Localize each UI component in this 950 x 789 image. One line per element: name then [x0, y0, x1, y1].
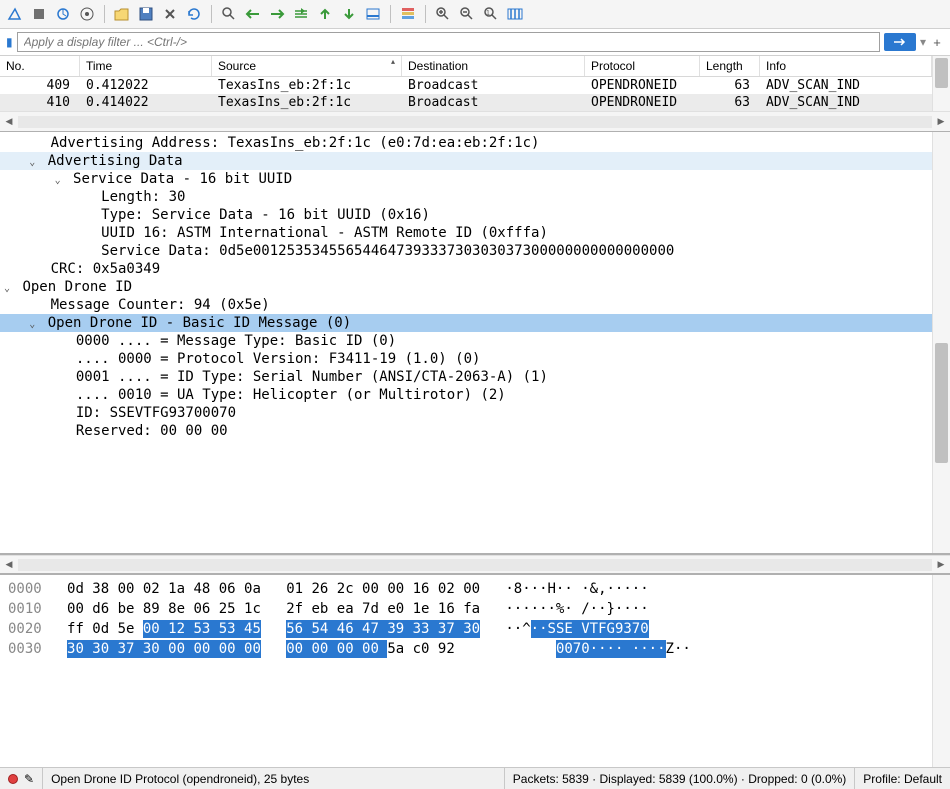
- zoom-in-icon[interactable]: [432, 3, 454, 25]
- options-icon[interactable]: [76, 3, 98, 25]
- packet-list-pane: No. Time Source▴ Destination Protocol Le…: [0, 56, 950, 132]
- packet-list-vscroll[interactable]: [932, 56, 950, 111]
- status-protocol: Open Drone ID Protocol (opendroneid), 25…: [43, 768, 505, 789]
- col-destination[interactable]: Destination: [402, 56, 585, 76]
- resize-columns-icon[interactable]: [504, 3, 526, 25]
- filter-bar: ▮ ▾ +: [0, 29, 950, 56]
- add-filter-button[interactable]: +: [930, 35, 944, 50]
- col-length[interactable]: Length: [700, 56, 760, 76]
- zoom-out-icon[interactable]: [456, 3, 478, 25]
- goto-icon[interactable]: [290, 3, 312, 25]
- status-bar: ✎ Open Drone ID Protocol (opendroneid), …: [0, 767, 950, 789]
- col-time[interactable]: Time: [80, 56, 212, 76]
- details-hscroll[interactable]: ◀▶: [0, 555, 950, 575]
- packet-bytes-pane: 0000 0d 38 00 02 1a 48 06 0a 01 26 2c 00…: [0, 575, 950, 767]
- edit-icon[interactable]: ✎: [24, 772, 34, 786]
- packet-row[interactable]: 409 0.412022 TexasIns_eb:2f:1c Broadcast…: [0, 77, 932, 94]
- apply-filter-button[interactable]: [884, 33, 916, 51]
- status-profile[interactable]: Profile: Default: [855, 768, 950, 789]
- toggle-icon[interactable]: ⌄: [25, 157, 39, 168]
- hex-vscroll[interactable]: [932, 575, 950, 767]
- colorize-icon[interactable]: [397, 3, 419, 25]
- find-icon[interactable]: [218, 3, 240, 25]
- main-toolbar: 1: [0, 0, 950, 29]
- shark-fin-icon[interactable]: [4, 3, 26, 25]
- packet-details-pane: Advertising Address: TexasIns_eb:2f:1c (…: [0, 132, 950, 555]
- close-icon[interactable]: [159, 3, 181, 25]
- expert-info-icon[interactable]: [8, 774, 18, 784]
- toggle-icon[interactable]: ⌄: [25, 319, 39, 330]
- toggle-icon[interactable]: ⌄: [51, 175, 65, 186]
- col-source[interactable]: Source▴: [212, 56, 402, 76]
- first-icon[interactable]: [314, 3, 336, 25]
- restart-icon[interactable]: [52, 3, 74, 25]
- hex-dump[interactable]: 0000 0d 38 00 02 1a 48 06 0a 01 26 2c 00…: [0, 575, 932, 767]
- stop-icon[interactable]: [28, 3, 50, 25]
- open-icon[interactable]: [111, 3, 133, 25]
- toggle-icon[interactable]: ⌄: [0, 283, 14, 294]
- bookmark-icon[interactable]: ▮: [6, 35, 13, 49]
- save-icon[interactable]: [135, 3, 157, 25]
- display-filter-input[interactable]: [17, 32, 880, 52]
- back-icon[interactable]: [242, 3, 264, 25]
- last-icon[interactable]: [338, 3, 360, 25]
- reload-icon[interactable]: [183, 3, 205, 25]
- forward-icon[interactable]: [266, 3, 288, 25]
- packet-row[interactable]: 410 0.414022 TexasIns_eb:2f:1c Broadcast…: [0, 94, 932, 111]
- svg-text:1: 1: [486, 10, 490, 17]
- zoom-reset-icon[interactable]: 1: [480, 3, 502, 25]
- details-vscroll[interactable]: [932, 132, 950, 553]
- packet-list-header[interactable]: No. Time Source▴ Destination Protocol Le…: [0, 56, 932, 77]
- autoscroll-icon[interactable]: [362, 3, 384, 25]
- packet-details-tree[interactable]: Advertising Address: TexasIns_eb:2f:1c (…: [0, 132, 932, 553]
- status-packets: Packets: 5839 · Displayed: 5839 (100.0%)…: [505, 768, 856, 789]
- col-protocol[interactable]: Protocol: [585, 56, 700, 76]
- col-no[interactable]: No.: [0, 56, 80, 76]
- packet-list-hscroll[interactable]: ◀▶: [0, 111, 950, 131]
- col-info[interactable]: Info: [760, 56, 932, 76]
